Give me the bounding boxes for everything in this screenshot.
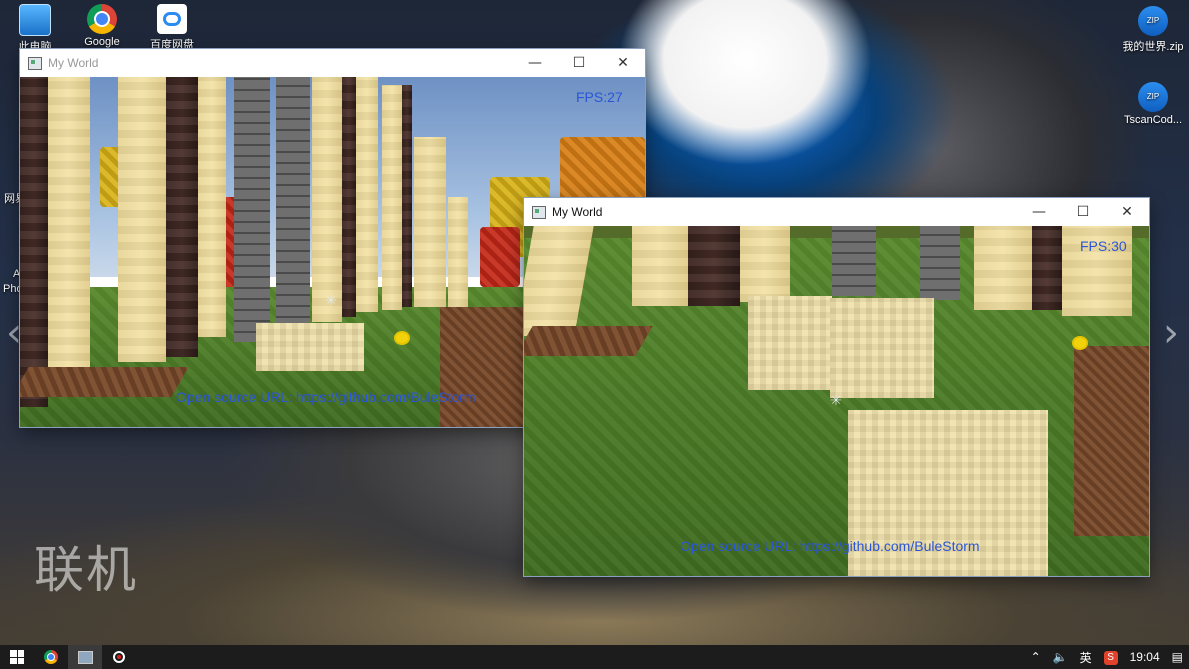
chrome-icon [44, 650, 58, 664]
desktop-icon-this-pc[interactable]: 此电脑 [0, 4, 70, 54]
stone-brick-pillar [920, 226, 960, 300]
fps-counter: FPS:27 [576, 89, 623, 105]
stone-brick-pillar [234, 77, 270, 342]
taskbar-chrome[interactable] [34, 645, 68, 669]
desktop-icon-my-world-zip[interactable]: ZIP 我的世界.zip [1118, 6, 1188, 54]
sand-pillar [118, 77, 166, 362]
desktop-icon-label: Google [84, 36, 120, 48]
fps-counter: FPS:30 [1080, 238, 1127, 254]
windows-logo-icon [10, 650, 24, 664]
game-window-2[interactable]: My World — ☐ ✕ ✳ FPS:30 Open source URL:… [524, 198, 1149, 576]
minimize-button[interactable]: — [1017, 198, 1061, 226]
watermark-text: 联机 [34, 541, 138, 599]
desktop-icon-label: 我的世界.zip [1122, 41, 1184, 53]
desktop-icon-label: TscanCod... [1123, 114, 1183, 126]
source-url-text: Open source URL: https://github.com/Bule… [176, 389, 476, 405]
dark-wood-pillar [166, 77, 198, 357]
dark-wood-pillar [20, 77, 48, 407]
dirt-block [440, 307, 525, 427]
chrome-icon [87, 4, 117, 34]
window-title: My World [552, 205, 603, 219]
stone-brick-pillar [276, 77, 310, 327]
sand-block [830, 298, 934, 398]
dark-wood-pillar [342, 77, 356, 317]
zip-archive-icon: ZIP [1138, 82, 1168, 112]
computer-icon [19, 4, 51, 36]
notification-icon[interactable]: ▤ [1166, 650, 1189, 664]
sogou-badge: S [1103, 651, 1118, 665]
taskbar-my-world[interactable] [68, 645, 102, 669]
game-viewport[interactable]: ✳ FPS:30 Open source URL: https://github… [524, 226, 1149, 576]
maximize-button[interactable]: ☐ [1061, 198, 1105, 226]
window-title: My World [48, 56, 99, 70]
sand-pillar [382, 85, 402, 310]
desktop-icon-baidu-netdisk[interactable]: 百度网盘 [137, 4, 207, 52]
record-icon [113, 651, 125, 663]
dark-wood-pillar [688, 226, 740, 306]
close-button[interactable]: ✕ [1105, 198, 1149, 226]
source-url-text: Open source URL: https://github.com/Bule… [680, 538, 980, 554]
minimize-button[interactable]: — [513, 49, 557, 77]
chevron-right-icon[interactable]: › [1163, 310, 1179, 356]
ime-indicator[interactable]: 英 [1074, 649, 1098, 666]
desktop-icon-google-chrome[interactable]: Google [67, 4, 137, 48]
zip-archive-icon: ZIP [1138, 6, 1168, 36]
crosshair-icon: ✳ [830, 392, 842, 408]
sand-pillar [356, 77, 378, 312]
sand-pillar [414, 137, 446, 307]
maximize-button[interactable]: ☐ [557, 49, 601, 77]
yellow-flower [396, 333, 408, 343]
app-window-icon [77, 650, 93, 664]
sand-pillar [448, 197, 468, 307]
app-window-icon [532, 205, 546, 219]
window-titlebar[interactable]: My World — ☐ ✕ [524, 198, 1149, 226]
sand-pillar [198, 77, 226, 337]
desktop-icon-tscancode-zip[interactable]: ZIP TscanCod... [1118, 82, 1188, 126]
close-button[interactable]: ✕ [601, 49, 645, 77]
sand-pillar [48, 77, 90, 377]
baidu-netdisk-icon [157, 4, 187, 34]
sand-pillar [632, 226, 688, 306]
grass-dirt-steps [1074, 346, 1149, 536]
sand-pillar [312, 77, 342, 322]
sand-pillar [974, 226, 1032, 310]
crosshair-icon: ✳ [325, 292, 337, 308]
volume-icon[interactable]: 🔈 [1047, 650, 1074, 664]
clock[interactable]: 19:04 [1124, 650, 1166, 664]
yellow-flower [1074, 338, 1086, 348]
start-button[interactable] [0, 645, 34, 669]
sand-block [256, 323, 364, 371]
taskbar-recorder[interactable] [102, 645, 136, 669]
sand-pillar [740, 226, 790, 302]
dirt-path [524, 326, 653, 356]
chevron-up-icon[interactable]: ⌃ [1025, 650, 1047, 664]
app-window-icon [28, 56, 42, 70]
autumn-tree [480, 227, 520, 287]
system-tray: ⌃ 🔈 英 S 19:04 ▤ [1025, 645, 1189, 669]
stone-brick-pillar [832, 226, 876, 296]
taskbar: ⌃ 🔈 英 S 19:04 ▤ [0, 645, 1189, 669]
sand-block [748, 296, 832, 390]
window-titlebar[interactable]: My World — ☐ ✕ [20, 49, 645, 77]
dark-wood-pillar [402, 85, 412, 307]
dirt-path [20, 367, 189, 397]
dark-wood-pillar [1032, 226, 1062, 310]
sogou-input-icon[interactable]: S [1098, 649, 1124, 665]
